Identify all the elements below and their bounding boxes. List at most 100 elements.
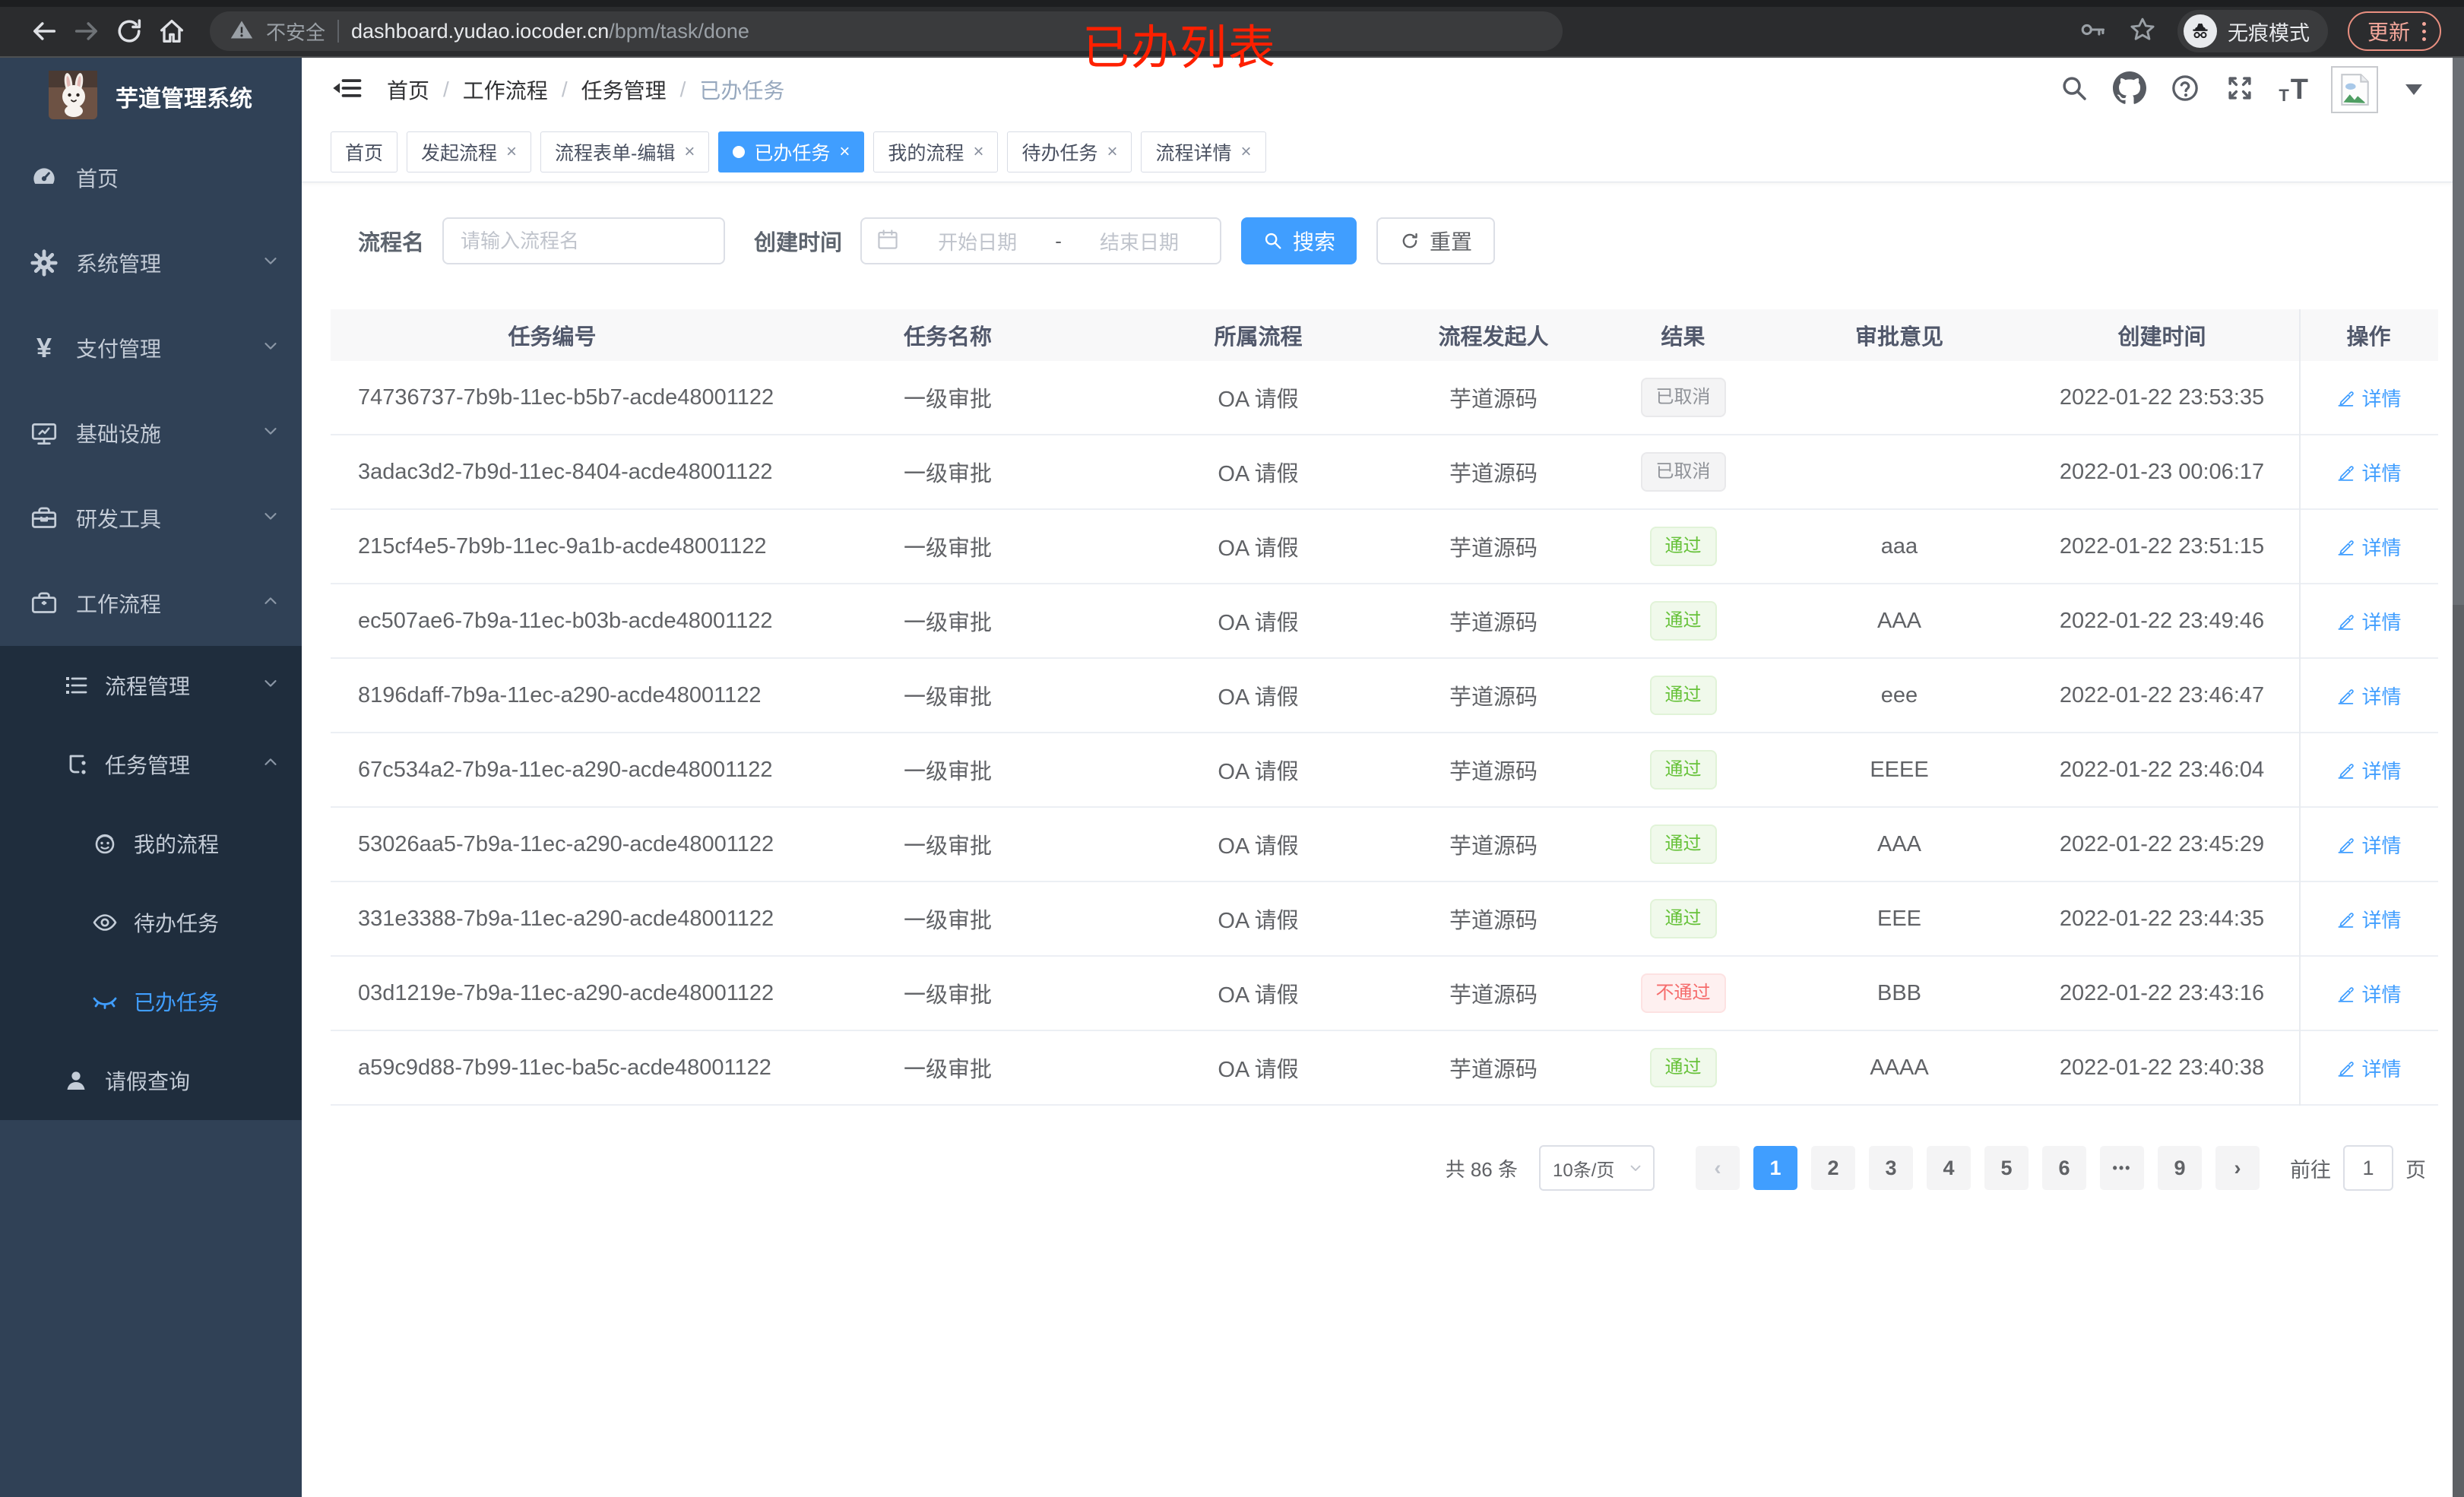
breadcrumb-home[interactable]: 首页: [387, 74, 429, 105]
page-button-5[interactable]: 5: [1984, 1146, 2029, 1190]
sidebar-item-system[interactable]: 系统管理: [0, 220, 302, 305]
face-icon: [88, 828, 122, 859]
sidebar-item-devtools[interactable]: 研发工具: [0, 476, 302, 561]
table-row: 03d1219e-7b9a-11ec-a290-acde48001122 一级审…: [331, 957, 2438, 1031]
detail-link[interactable]: 详情: [2336, 607, 2402, 635]
col-result: 结果: [1661, 325, 1705, 350]
tab-done-tasks[interactable]: 已办任务 ×: [718, 131, 865, 172]
update-button[interactable]: 更新: [2347, 11, 2441, 51]
github-icon[interactable]: [2113, 71, 2147, 109]
detail-link[interactable]: 详情: [2336, 831, 2402, 859]
tab-process-detail[interactable]: 流程详情 ×: [1141, 131, 1266, 172]
url-bar[interactable]: 不安全 dashboard.yudao.iocoder.cn/bpm/task/…: [210, 11, 1563, 51]
help-icon[interactable]: [2169, 72, 2201, 108]
browser-home-icon[interactable]: [150, 10, 193, 52]
sidebar-item-todo-tasks[interactable]: 待办任务: [0, 883, 302, 962]
breadcrumb-task-mgmt[interactable]: 任务管理: [581, 74, 667, 105]
bookmark-star-icon[interactable]: [2127, 14, 2158, 49]
chevron-up-icon: [261, 591, 280, 616]
process-name-input[interactable]: [442, 217, 726, 264]
result-badge: 通过: [1649, 824, 1717, 864]
detail-link[interactable]: 详情: [2336, 756, 2402, 784]
page-button-2[interactable]: 2: [1811, 1146, 1855, 1190]
done-task-table: 任务编号 任务名称 所属流程 流程发起人 结果 审批意见 创建时间 操作 747…: [331, 309, 2438, 1106]
app-logo-row: 芋道管理系统: [0, 58, 302, 135]
font-size-icon[interactable]: [2279, 75, 2308, 104]
tab-start-process[interactable]: 发起流程 ×: [407, 131, 532, 172]
result-badge: 已取消: [1640, 378, 1726, 417]
more-pages-button[interactable]: •••: [2100, 1146, 2144, 1190]
main-area: 首页 / 工作流程 / 任务管理 / 已办任务 T T 首页 发起流程 × 流程…: [302, 58, 2453, 1497]
chevron-down-icon: [261, 251, 280, 276]
avatar[interactable]: [2331, 66, 2378, 113]
sidebar-item-infra[interactable]: 基础设施: [0, 391, 302, 476]
page-button-4[interactable]: 4: [1927, 1146, 1971, 1190]
close-icon[interactable]: ×: [506, 141, 517, 163]
sidebar-item-workflow[interactable]: 工作流程: [0, 561, 302, 646]
fullscreen-icon[interactable]: [2224, 72, 2256, 108]
sidebar-item-leave-query[interactable]: 请假查询: [0, 1041, 302, 1120]
sidebar-item-done-tasks[interactable]: 已办任务: [0, 962, 302, 1041]
col-comment: 审批意见: [1854, 325, 1943, 350]
sidebar-item-home[interactable]: 首页: [0, 135, 302, 220]
not-secure-warning-icon: [230, 17, 254, 46]
prev-page-button[interactable]: ‹: [1696, 1146, 1740, 1190]
sidebar-item-pay[interactable]: ¥ 支付管理: [0, 305, 302, 391]
search-button[interactable]: 搜索: [1241, 217, 1357, 264]
list-icon: [59, 670, 93, 701]
close-icon[interactable]: ×: [1107, 141, 1117, 163]
detail-link[interactable]: 详情: [2336, 458, 2402, 486]
page-button-1[interactable]: 1: [1753, 1146, 1797, 1190]
pagination: 共 86 条 10条/页 ‹ 1 2 3 4 5 6 ••• 9 › 前往 页: [331, 1145, 2438, 1191]
goto-label: 前往: [2290, 1158, 2331, 1182]
detail-link[interactable]: 详情: [2336, 905, 2402, 933]
detail-link[interactable]: 详情: [2336, 980, 2402, 1008]
browser-forward-icon[interactable]: [65, 10, 108, 52]
breadcrumb-workflow[interactable]: 工作流程: [463, 74, 548, 105]
caret-down-icon[interactable]: [2405, 84, 2422, 95]
close-icon[interactable]: ×: [684, 141, 695, 163]
table-row: a59c9d88-7b99-11ec-ba5c-acde48001122 一级审…: [331, 1031, 2438, 1106]
table-row: 74736737-7b9b-11ec-b5b7-acde48001122 一级审…: [331, 361, 2438, 435]
browser-back-icon[interactable]: [23, 10, 65, 52]
tab-home[interactable]: 首页: [331, 131, 398, 172]
scrollbar-thumb[interactable]: [2453, 58, 2464, 605]
tab-todo-tasks[interactable]: 待办任务 ×: [1007, 131, 1132, 172]
browser-reload-icon[interactable]: [108, 10, 150, 52]
close-icon[interactable]: ×: [973, 141, 983, 163]
search-icon[interactable]: [2058, 72, 2090, 108]
chevron-up-icon: [261, 752, 280, 777]
tab-form-edit[interactable]: 流程表单-编辑 ×: [540, 131, 710, 172]
detail-link[interactable]: 详情: [2336, 384, 2402, 412]
sidebar-item-my-process[interactable]: 我的流程: [0, 804, 302, 883]
tab-my-process[interactable]: 我的流程 ×: [873, 131, 999, 172]
next-page-button[interactable]: ›: [2215, 1146, 2260, 1190]
breadcrumb-current: 已办任务: [699, 79, 785, 103]
browser-menu-icon[interactable]: [2422, 21, 2426, 41]
page-button-6[interactable]: 6: [2042, 1146, 2086, 1190]
sidebar-item-process-mgmt[interactable]: 流程管理: [0, 646, 302, 725]
page-button-9[interactable]: 9: [2158, 1146, 2202, 1190]
goto-page-input[interactable]: [2343, 1145, 2393, 1191]
page-scrollbar[interactable]: [2453, 58, 2464, 1497]
detail-link[interactable]: 详情: [2336, 533, 2402, 561]
page-button-3[interactable]: 3: [1869, 1146, 1913, 1190]
close-icon[interactable]: ×: [1241, 141, 1252, 163]
gear-icon: [27, 247, 61, 279]
hamburger-collapse-icon[interactable]: [331, 71, 364, 109]
chevron-down-icon: [261, 336, 280, 361]
flow-tree-icon: [59, 749, 93, 780]
table-row: 331e3388-7b9a-11ec-a290-acde48001122 一级审…: [331, 882, 2438, 957]
reset-button[interactable]: 重置: [1376, 217, 1496, 264]
detail-link[interactable]: 详情: [2336, 1054, 2402, 1082]
active-tab-dot: [733, 145, 746, 158]
close-icon[interactable]: ×: [839, 141, 850, 163]
date-range-picker[interactable]: 开始日期 - 结束日期: [860, 217, 1222, 264]
dashboard-icon: [27, 162, 61, 194]
col-starter: 流程发起人: [1438, 325, 1549, 350]
chevron-down-icon: [261, 421, 280, 446]
detail-link[interactable]: 详情: [2336, 682, 2402, 710]
sidebar-item-task-mgmt[interactable]: 任务管理: [0, 725, 302, 804]
page-size-select[interactable]: 10条/页: [1539, 1145, 1655, 1191]
password-key-icon[interactable]: [2077, 14, 2108, 49]
